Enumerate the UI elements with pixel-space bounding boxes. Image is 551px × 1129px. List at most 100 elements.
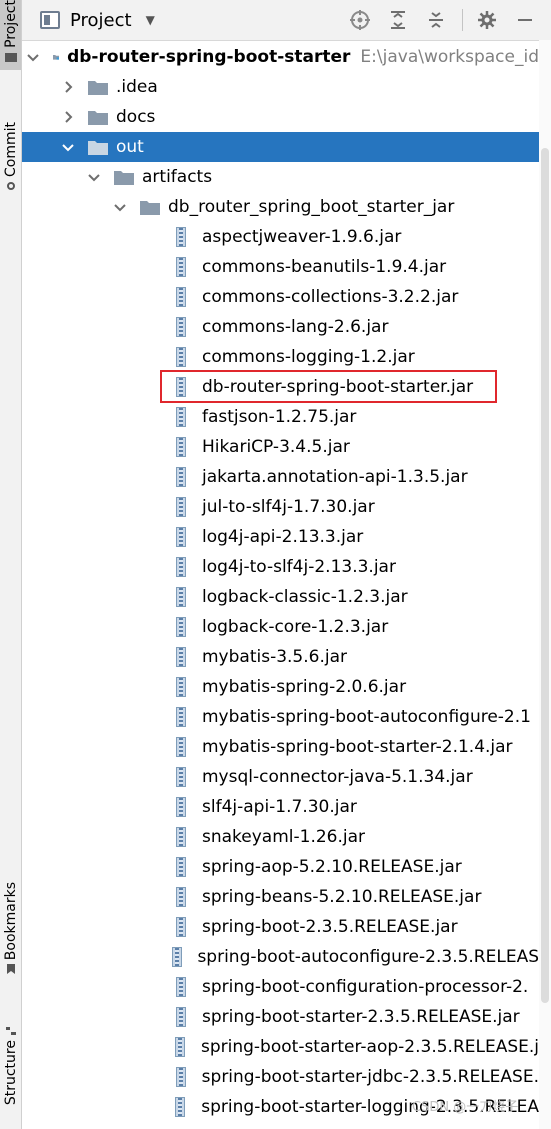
tab-bookmarks-label: Bookmarks <box>2 882 19 961</box>
folder-icon <box>88 111 108 125</box>
jar-file-icon <box>174 257 188 277</box>
jar-file-icon <box>174 677 188 697</box>
jar-file-row[interactable]: log4j-api-2.13.3.jar <box>22 522 539 552</box>
chevron-down-icon[interactable] <box>114 201 126 213</box>
chevron-down-icon[interactable] <box>62 141 74 153</box>
folder-label: docs <box>116 107 156 127</box>
jar-file-row[interactable]: commons-logging-1.2.jar <box>22 342 539 372</box>
jar-file-label: mybatis-spring-boot-starter-2.1.4.jar <box>202 737 513 757</box>
jar-file-row[interactable]: commons-beanutils-1.9.4.jar <box>22 252 539 282</box>
chevron-down-icon[interactable] <box>88 171 100 183</box>
jar-file-icon <box>174 497 188 517</box>
jar-file-row[interactable]: mysql-connector-java-5.1.34.jar <box>22 762 539 792</box>
jar-file-row[interactable]: fastjson-1.2.75.jar <box>22 402 539 432</box>
jar-file-row[interactable]: mybatis-spring-2.0.6.jar <box>22 672 539 702</box>
jar-file-row[interactable]: spring-beans-5.2.10.RELEASE.jar <box>22 882 539 912</box>
jar-file-label: jul-to-slf4j-1.7.30.jar <box>202 497 375 517</box>
tab-commit[interactable]: Commit <box>0 122 21 207</box>
folder-icon <box>88 81 108 95</box>
jar-file-icon <box>174 917 188 937</box>
chevron-down-icon[interactable] <box>26 51 39 63</box>
tree-root-row[interactable]: db-router-spring-boot-starter E:\java\wo… <box>22 42 539 72</box>
jar-file-icon <box>174 467 188 487</box>
minimize-icon[interactable] <box>513 8 537 32</box>
jar-file-icon <box>174 887 188 907</box>
jar-file-icon <box>174 977 188 997</box>
view-selector[interactable]: Project ▼ <box>40 10 155 31</box>
jar-file-row[interactable]: spring-boot-2.3.5.RELEASE.jar <box>22 912 539 942</box>
tree-folder-row[interactable]: .idea <box>22 72 539 102</box>
jar-file-icon <box>174 767 188 787</box>
scrollbar[interactable] <box>539 40 551 1129</box>
tab-project[interactable]: Project <box>0 0 21 70</box>
jar-file-label: logback-classic-1.2.3.jar <box>202 587 408 607</box>
jar-file-icon <box>173 1037 187 1057</box>
gear-icon[interactable] <box>475 8 499 32</box>
jar-file-label: commons-lang-2.6.jar <box>202 317 389 337</box>
jar-file-row[interactable]: mybatis-spring-boot-autoconfigure-2.1 <box>22 702 539 732</box>
jar-file-label: snakeyaml-1.26.jar <box>202 827 366 847</box>
jar-file-label: log4j-to-slf4j-2.13.3.jar <box>202 557 396 577</box>
jar-file-row[interactable]: spring-aop-5.2.10.RELEASE.jar <box>22 852 539 882</box>
jar-file-row[interactable]: log4j-to-slf4j-2.13.3.jar <box>22 552 539 582</box>
jar-file-label: jakarta.annotation-api-1.3.5.jar <box>202 467 468 487</box>
jar-file-row[interactable]: commons-collections-3.2.2.jar <box>22 282 539 312</box>
chevron-down-icon[interactable]: ▼ <box>146 13 155 27</box>
jar-file-row[interactable]: spring-boot-starter-jdbc-2.3.5.RELEASE. <box>22 1062 539 1092</box>
header-title: Project <box>70 9 132 31</box>
folder-label: .idea <box>116 77 158 97</box>
toolbar-separator <box>462 9 463 31</box>
jar-file-label: commons-collections-3.2.2.jar <box>202 287 459 307</box>
jar-file-icon <box>174 317 188 337</box>
jar-file-row[interactable]: spring-boot-configuration-processor-2. <box>22 972 539 1002</box>
jar-file-row[interactable]: logback-classic-1.2.3.jar <box>22 582 539 612</box>
jar-file-label: spring-beans-5.2.10.RELEASE.jar <box>202 887 482 907</box>
folder-label: artifacts <box>142 167 213 187</box>
jar-file-label: logback-core-1.2.3.jar <box>202 617 389 637</box>
jar-file-row[interactable]: slf4j-api-1.7.30.jar <box>22 792 539 822</box>
tab-bookmarks[interactable]: Bookmarks <box>0 882 21 997</box>
tree-folder-row[interactable]: docs <box>22 102 539 132</box>
folder-icon <box>114 171 134 185</box>
tab-structure[interactable]: Structure <box>0 1022 21 1129</box>
jar-file-row[interactable]: commons-lang-2.6.jar <box>22 312 539 342</box>
jar-file-icon <box>174 827 188 847</box>
tree-folder-row[interactable]: artifacts <box>22 162 539 192</box>
jar-file-row[interactable]: spring-boot-starter-2.3.5.RELEASE.jar <box>22 1002 539 1032</box>
jar-file-row[interactable]: spring-boot-starter-aop-2.3.5.RELEASE.j <box>22 1032 539 1062</box>
jar-file-icon <box>174 1067 188 1087</box>
target-icon[interactable] <box>348 8 372 32</box>
jar-file-icon <box>174 707 188 727</box>
jar-file-row[interactable]: mybatis-3.5.6.jar <box>22 642 539 672</box>
watermark: CSDN @一刀烧子 <box>412 1100 519 1115</box>
tree-folder-row[interactable]: db_router_spring_boot_starter_jar <box>22 192 539 222</box>
tree-folder-row-selected[interactable]: out <box>22 132 539 162</box>
scrollbar-thumb[interactable] <box>541 148 549 1003</box>
chevron-right-icon[interactable] <box>62 81 74 93</box>
jar-file-label: log4j-api-2.13.3.jar <box>202 527 364 547</box>
project-view-icon <box>40 11 60 29</box>
collapse-all-icon[interactable] <box>424 8 448 32</box>
root-path: E:\java\workspace_id <box>360 47 539 67</box>
header-toolbar <box>348 0 551 40</box>
jar-file-row[interactable]: logback-core-1.2.3.jar <box>22 612 539 642</box>
tab-commit-label: Commit <box>2 122 19 177</box>
jar-file-label: fastjson-1.2.75.jar <box>202 407 357 427</box>
structure-icon <box>5 1027 16 1035</box>
jar-file-icon <box>173 1097 187 1117</box>
jar-file-icon <box>174 557 188 577</box>
jar-file-row[interactable]: spring-boot-autoconfigure-2.3.5.RELEAS <box>22 942 539 972</box>
jar-file-row[interactable]: jul-to-slf4j-1.7.30.jar <box>22 492 539 522</box>
jar-file-label: commons-logging-1.2.jar <box>202 347 415 367</box>
folder-icon <box>4 52 17 62</box>
jar-file-row[interactable]: snakeyaml-1.26.jar <box>22 822 539 852</box>
chevron-right-icon[interactable] <box>62 111 74 123</box>
jar-file-label: HikariCP-3.4.5.jar <box>202 437 350 457</box>
jar-file-row[interactable]: mybatis-spring-boot-starter-2.1.4.jar <box>22 732 539 762</box>
jar-file-icon <box>174 647 188 667</box>
jar-file-label: mybatis-spring-boot-autoconfigure-2.1 <box>202 707 531 727</box>
jar-file-row[interactable]: jakarta.annotation-api-1.3.5.jar <box>22 462 539 492</box>
expand-all-icon[interactable] <box>386 8 410 32</box>
jar-file-row[interactable]: HikariCP-3.4.5.jar <box>22 432 539 462</box>
jar-file-row[interactable]: aspectjweaver-1.9.6.jar <box>22 222 539 252</box>
